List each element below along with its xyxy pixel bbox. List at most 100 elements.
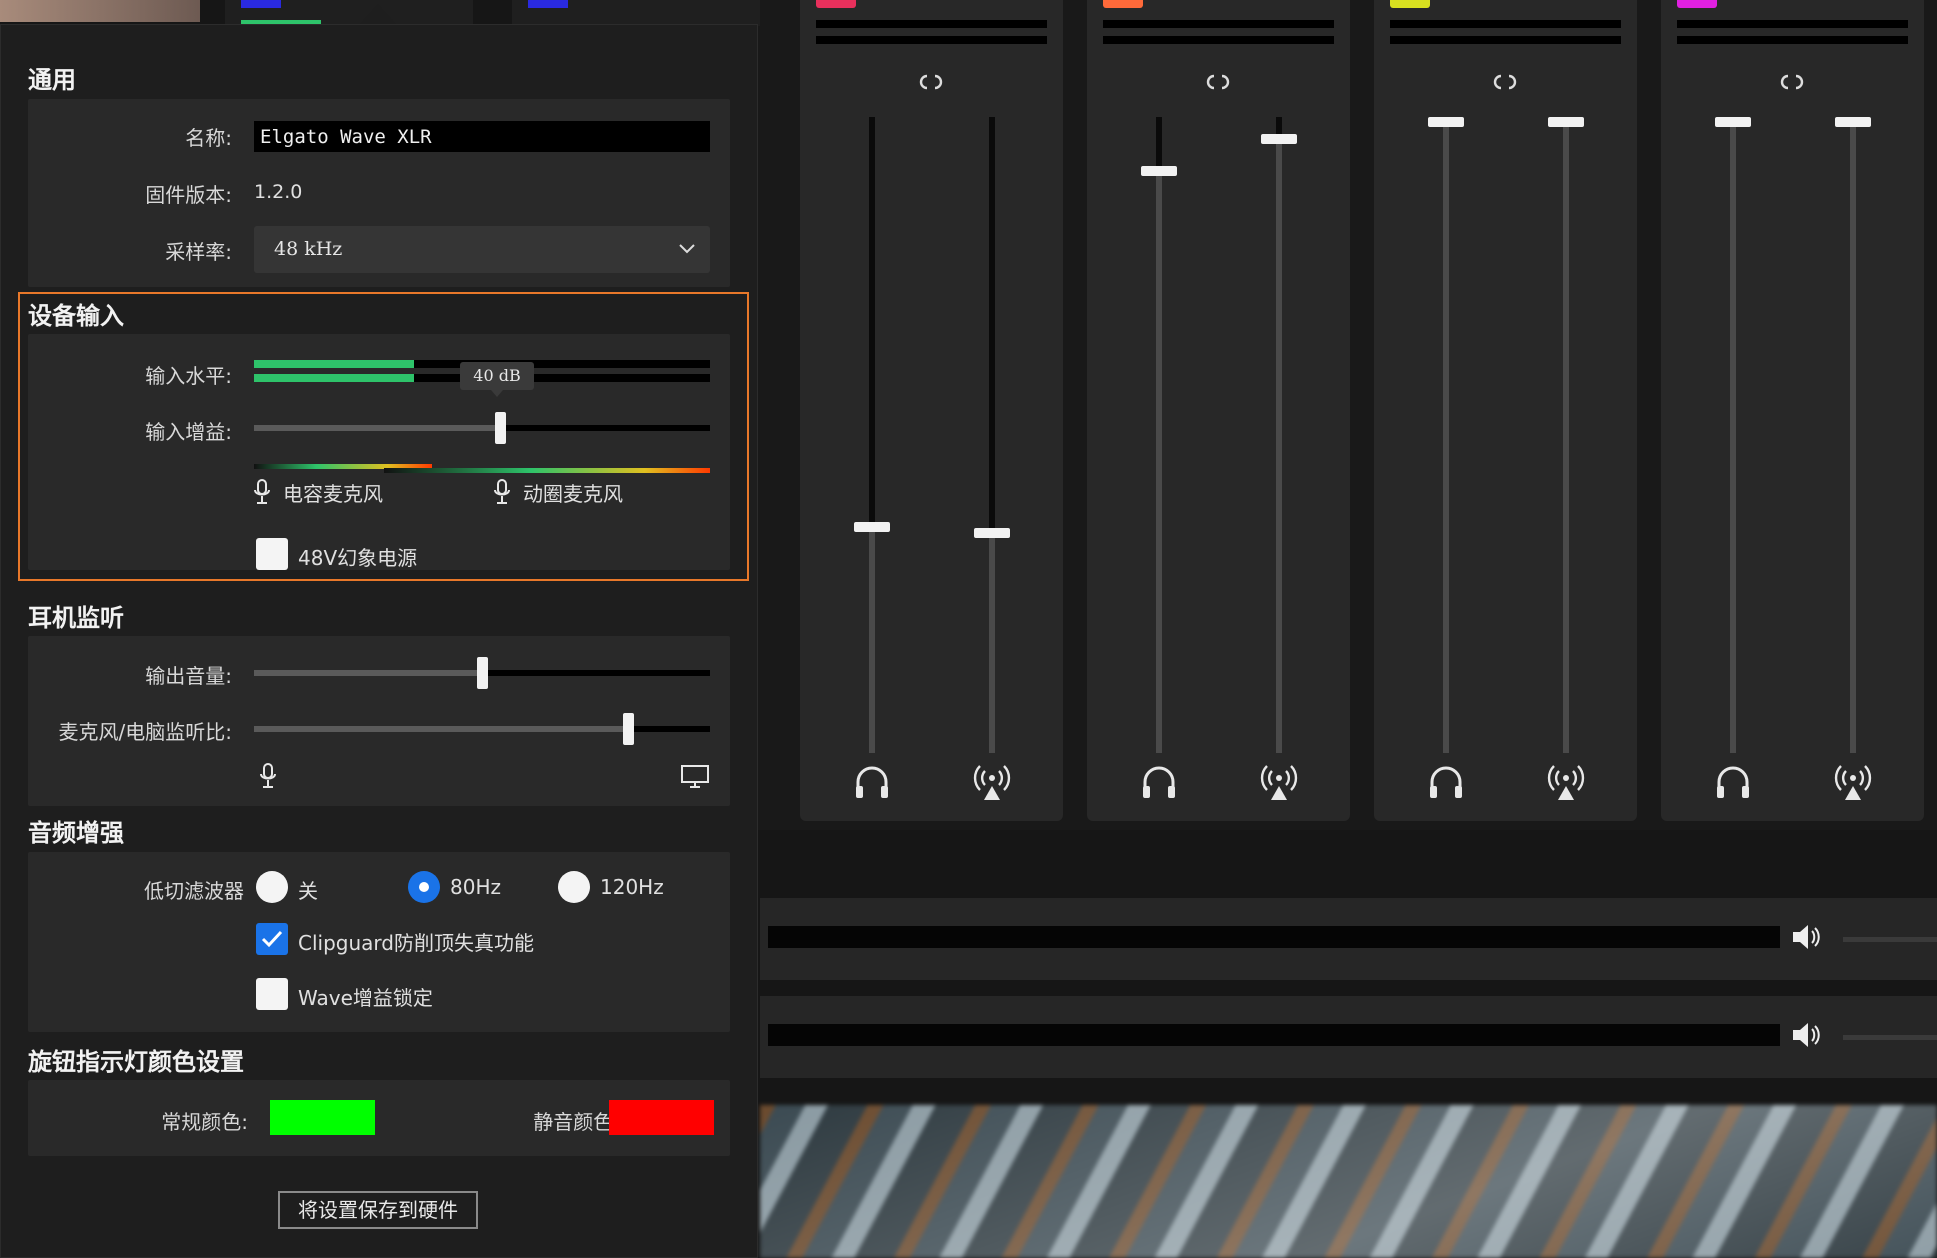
slider-knob[interactable] bbox=[495, 412, 507, 444]
input-level-fill bbox=[254, 360, 414, 368]
dynamic-label: 动圈麦克风 bbox=[523, 482, 623, 506]
channel-color-tag bbox=[1103, 0, 1143, 8]
chevron-down-icon bbox=[679, 244, 695, 254]
clipguard-checkbox[interactable] bbox=[256, 923, 288, 955]
microphone-icon bbox=[492, 478, 512, 506]
name-label: 名称: bbox=[185, 126, 232, 150]
fader-knob[interactable] bbox=[1428, 117, 1464, 127]
condenser-label: 电容麦克风 bbox=[283, 482, 383, 506]
headphones-icon[interactable] bbox=[1424, 760, 1474, 810]
panel-pointer bbox=[360, 4, 396, 24]
lowcut-off-label: 关 bbox=[298, 879, 318, 903]
slider-fill bbox=[254, 425, 501, 431]
normal-color-label: 常规颜色: bbox=[161, 1110, 248, 1134]
headphones-icon[interactable] bbox=[1711, 760, 1761, 810]
slider-fill bbox=[254, 670, 482, 676]
monitor-icon bbox=[680, 764, 710, 790]
tab-bg-1 bbox=[225, 0, 473, 26]
fader-unfilled bbox=[869, 117, 875, 525]
stream-fader[interactable] bbox=[974, 117, 1010, 753]
lowcut-80hz-label: 80Hz bbox=[450, 875, 501, 899]
microphone-icon bbox=[258, 762, 278, 790]
channel-meter bbox=[1677, 20, 1908, 28]
output-volume-slider[interactable] bbox=[254, 657, 710, 689]
link-icon[interactable] bbox=[1772, 72, 1812, 96]
output-row-1 bbox=[760, 898, 1937, 980]
section-knob-title: 旋钮指示灯颜色设置 bbox=[28, 1048, 244, 1076]
channel-color-tag bbox=[1390, 0, 1430, 8]
gain-lock-checkbox[interactable] bbox=[256, 978, 288, 1010]
link-icon[interactable] bbox=[1485, 72, 1525, 96]
channel-meter bbox=[1103, 36, 1334, 44]
tab-bg-2 bbox=[512, 0, 760, 26]
monitor-fader[interactable] bbox=[1141, 117, 1177, 753]
section-device-input-title: 设备输入 bbox=[28, 302, 124, 330]
channel-color-tag bbox=[1677, 0, 1717, 8]
output-meter-2 bbox=[768, 1024, 1780, 1046]
stream-fader[interactable] bbox=[1261, 117, 1297, 753]
background-photo bbox=[760, 1105, 1937, 1258]
fader-knob[interactable] bbox=[1141, 165, 1177, 176]
section-headphone-title: 耳机监听 bbox=[28, 604, 124, 632]
background-photo-top bbox=[0, 0, 200, 22]
tab-color-1 bbox=[241, 0, 281, 8]
input-gain-label: 输入增益: bbox=[145, 420, 232, 444]
slider-knob[interactable] bbox=[477, 657, 488, 689]
fader-knob[interactable] bbox=[1835, 117, 1871, 127]
monitor-fader[interactable] bbox=[1715, 117, 1751, 753]
fader-knob[interactable] bbox=[974, 528, 1010, 539]
broadcast-icon[interactable] bbox=[1544, 760, 1594, 810]
fader-unfilled bbox=[989, 117, 995, 531]
headphones-icon[interactable] bbox=[1137, 760, 1187, 810]
sample-rate-select[interactable]: 48 kHz bbox=[254, 226, 710, 273]
sample-rate-value: 48 kHz bbox=[274, 238, 343, 260]
channel-meter bbox=[1103, 20, 1334, 28]
channel-meter bbox=[816, 36, 1047, 44]
phantom-power-label: 48V幻象电源 bbox=[298, 546, 418, 570]
mixer-channel bbox=[800, 0, 1063, 821]
save-to-hardware-button[interactable]: 将设置保存到硬件 bbox=[278, 1191, 478, 1229]
checkmark-icon bbox=[261, 930, 283, 948]
channel-color-tag bbox=[816, 0, 856, 8]
monitor-fader[interactable] bbox=[854, 117, 890, 753]
lowcut-radio-80hz[interactable] bbox=[408, 871, 440, 903]
output-meter-1 bbox=[768, 926, 1780, 948]
fader-knob[interactable] bbox=[1548, 117, 1584, 127]
broadcast-icon[interactable] bbox=[1257, 760, 1307, 810]
lowcut-label: 低切滤波器 bbox=[144, 879, 244, 903]
slider-knob[interactable] bbox=[622, 713, 634, 745]
fader-knob[interactable] bbox=[1715, 117, 1751, 127]
speaker-icon[interactable] bbox=[1790, 920, 1830, 954]
section-general-title: 通用 bbox=[28, 66, 76, 94]
slider-fill bbox=[254, 726, 628, 732]
broadcast-icon[interactable] bbox=[970, 760, 1020, 810]
mute-color-swatch[interactable] bbox=[609, 1100, 714, 1135]
broadcast-icon[interactable] bbox=[1831, 760, 1881, 810]
lowcut-radio-off[interactable] bbox=[256, 871, 288, 903]
headphones-icon[interactable] bbox=[850, 760, 900, 810]
gain-lock-label: Wave增益锁定 bbox=[298, 986, 433, 1010]
phantom-power-checkbox[interactable] bbox=[256, 538, 288, 570]
tab-color-2 bbox=[528, 0, 568, 8]
mix-ratio-label: 麦克风/电脑监听比: bbox=[58, 720, 232, 744]
output-slider-2[interactable] bbox=[1843, 1035, 1937, 1040]
monitor-fader[interactable] bbox=[1428, 117, 1464, 753]
input-gain-slider[interactable] bbox=[254, 412, 710, 444]
microphone-icon bbox=[252, 478, 272, 506]
fader-knob[interactable] bbox=[1261, 134, 1297, 145]
stream-fader[interactable] bbox=[1835, 117, 1871, 753]
normal-color-swatch[interactable] bbox=[270, 1100, 375, 1135]
lowcut-radio-120hz[interactable] bbox=[558, 871, 590, 903]
speaker-icon[interactable] bbox=[1790, 1018, 1830, 1052]
link-icon[interactable] bbox=[911, 72, 951, 96]
channel-meter bbox=[1390, 36, 1621, 44]
fader-unfilled bbox=[1156, 117, 1162, 168]
section-enhance-title: 音频增强 bbox=[28, 819, 124, 847]
output-slider-1[interactable] bbox=[1843, 937, 1937, 942]
monitor-mix-slider[interactable] bbox=[254, 713, 710, 745]
fader-knob[interactable] bbox=[854, 522, 890, 533]
link-icon[interactable] bbox=[1198, 72, 1238, 96]
device-name-input[interactable] bbox=[254, 121, 710, 152]
output-volume-label: 输出音量: bbox=[145, 664, 232, 688]
stream-fader[interactable] bbox=[1548, 117, 1584, 753]
